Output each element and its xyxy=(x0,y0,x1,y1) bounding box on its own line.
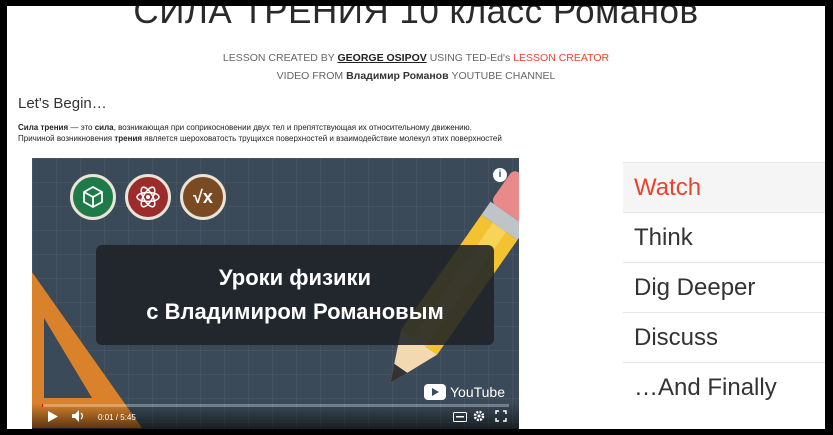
tab-discuss[interactable]: Discuss xyxy=(623,312,825,362)
channel-name[interactable]: Владимир Романов xyxy=(346,70,448,82)
square-root-icon: √x xyxy=(180,174,226,220)
video-controls: 0:01 / 5:45 xyxy=(32,403,519,429)
video-player[interactable]: √x Уроки физики с Владимиром Романовым i… xyxy=(32,158,519,429)
youtube-logo[interactable]: YouTube xyxy=(423,384,505,400)
lesson-description: Сила трения — это сила, возникающая при … xyxy=(18,123,502,143)
lesson-page: СИЛА ТРЕНИЯ 10 класс Романов LESSON CREA… xyxy=(7,6,825,429)
settings-gear-icon[interactable] xyxy=(473,410,485,425)
cube-icon xyxy=(70,174,116,220)
section-heading: Let's Begin… xyxy=(18,95,107,112)
youtube-play-icon xyxy=(423,384,446,400)
progress-fill xyxy=(42,404,44,407)
video-time: 0:01 / 5:45 xyxy=(98,413,136,422)
author-link[interactable]: GEORGE OSIPOV xyxy=(337,52,426,64)
progress-bar[interactable] xyxy=(42,404,509,407)
volume-icon[interactable] xyxy=(72,410,86,425)
tab-dig-deeper[interactable]: Dig Deeper xyxy=(623,262,825,312)
atom-icon xyxy=(125,174,171,220)
video-credit: VIDEO FROM Владимир Романов YOUTUBE CHAN… xyxy=(276,70,556,82)
tab-think[interactable]: Think xyxy=(623,212,825,262)
fullscreen-icon[interactable] xyxy=(495,410,507,425)
lesson-creator-link[interactable]: LESSON CREATOR xyxy=(513,52,609,64)
play-icon[interactable] xyxy=(48,411,58,425)
tab-and-finally[interactable]: …And Finally xyxy=(623,362,825,412)
page-title: СИЛА ТРЕНИЯ 10 класс Романов xyxy=(133,6,699,31)
lesson-tabs: Watch Think Dig Deeper Discuss …And Fina… xyxy=(623,162,825,412)
video-title-banner: Уроки физики с Владимиром Романовым xyxy=(96,245,494,345)
tab-watch[interactable]: Watch xyxy=(623,162,825,212)
captions-icon[interactable] xyxy=(453,412,467,425)
lesson-credit: LESSON CREATED BY GEORGE OSIPOV USING TE… xyxy=(222,52,610,64)
info-icon[interactable]: i xyxy=(493,168,507,182)
